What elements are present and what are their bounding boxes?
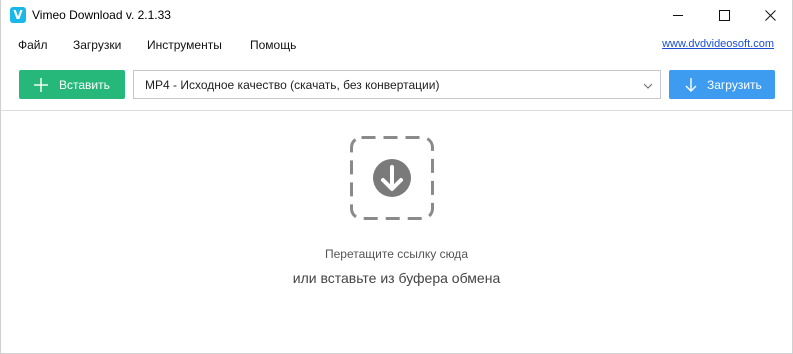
minimize-button[interactable]	[655, 0, 701, 31]
menu-tools[interactable]: Инструменты	[147, 38, 222, 52]
minimize-icon	[672, 15, 683, 16]
menu-help[interactable]: Помощь	[250, 38, 296, 52]
download-arrow-icon	[350, 136, 434, 220]
title-bar: V Vimeo Download v. 2.1.33	[1, 0, 792, 31]
format-select[interactable]: MP4 - Исходное качество (скачать, без ко…	[133, 70, 661, 99]
menu-downloads[interactable]: Загрузки	[73, 38, 121, 52]
format-select-value: MP4 - Исходное качество (скачать, без ко…	[145, 77, 440, 92]
website-link[interactable]: www.dvdvideosoft.com	[662, 38, 774, 50]
chevron-down-icon	[642, 79, 654, 97]
menu-file[interactable]: Файл	[18, 38, 48, 52]
paste-button[interactable]: Вставить	[19, 70, 125, 99]
app-icon-letter: V	[13, 8, 23, 22]
download-button[interactable]: Загрузить	[669, 70, 775, 99]
drop-hint-primary: Перетащите ссылку сюда	[325, 247, 468, 261]
maximize-icon	[718, 10, 730, 21]
plus-icon	[33, 77, 49, 93]
window-title: Vimeo Download v. 2.1.33	[32, 8, 171, 22]
paste-button-label: Вставить	[59, 77, 110, 92]
vimeo-app-icon: V	[10, 7, 26, 23]
arrow-down-icon	[684, 77, 698, 93]
drop-hint-secondary: или вставьте из буфера обмена	[292, 270, 501, 286]
drop-zone[interactable]	[350, 136, 434, 220]
close-icon	[764, 10, 776, 21]
download-button-label: Загрузить	[707, 77, 762, 92]
menu-bar: Файл Загрузки Инструменты Помощь www.dvd…	[1, 33, 792, 57]
toolbar: Вставить MP4 - Исходное качество (скачат…	[1, 66, 792, 106]
toolbar-divider	[1, 110, 792, 111]
close-button[interactable]	[747, 0, 793, 31]
maximize-button[interactable]	[701, 0, 747, 31]
